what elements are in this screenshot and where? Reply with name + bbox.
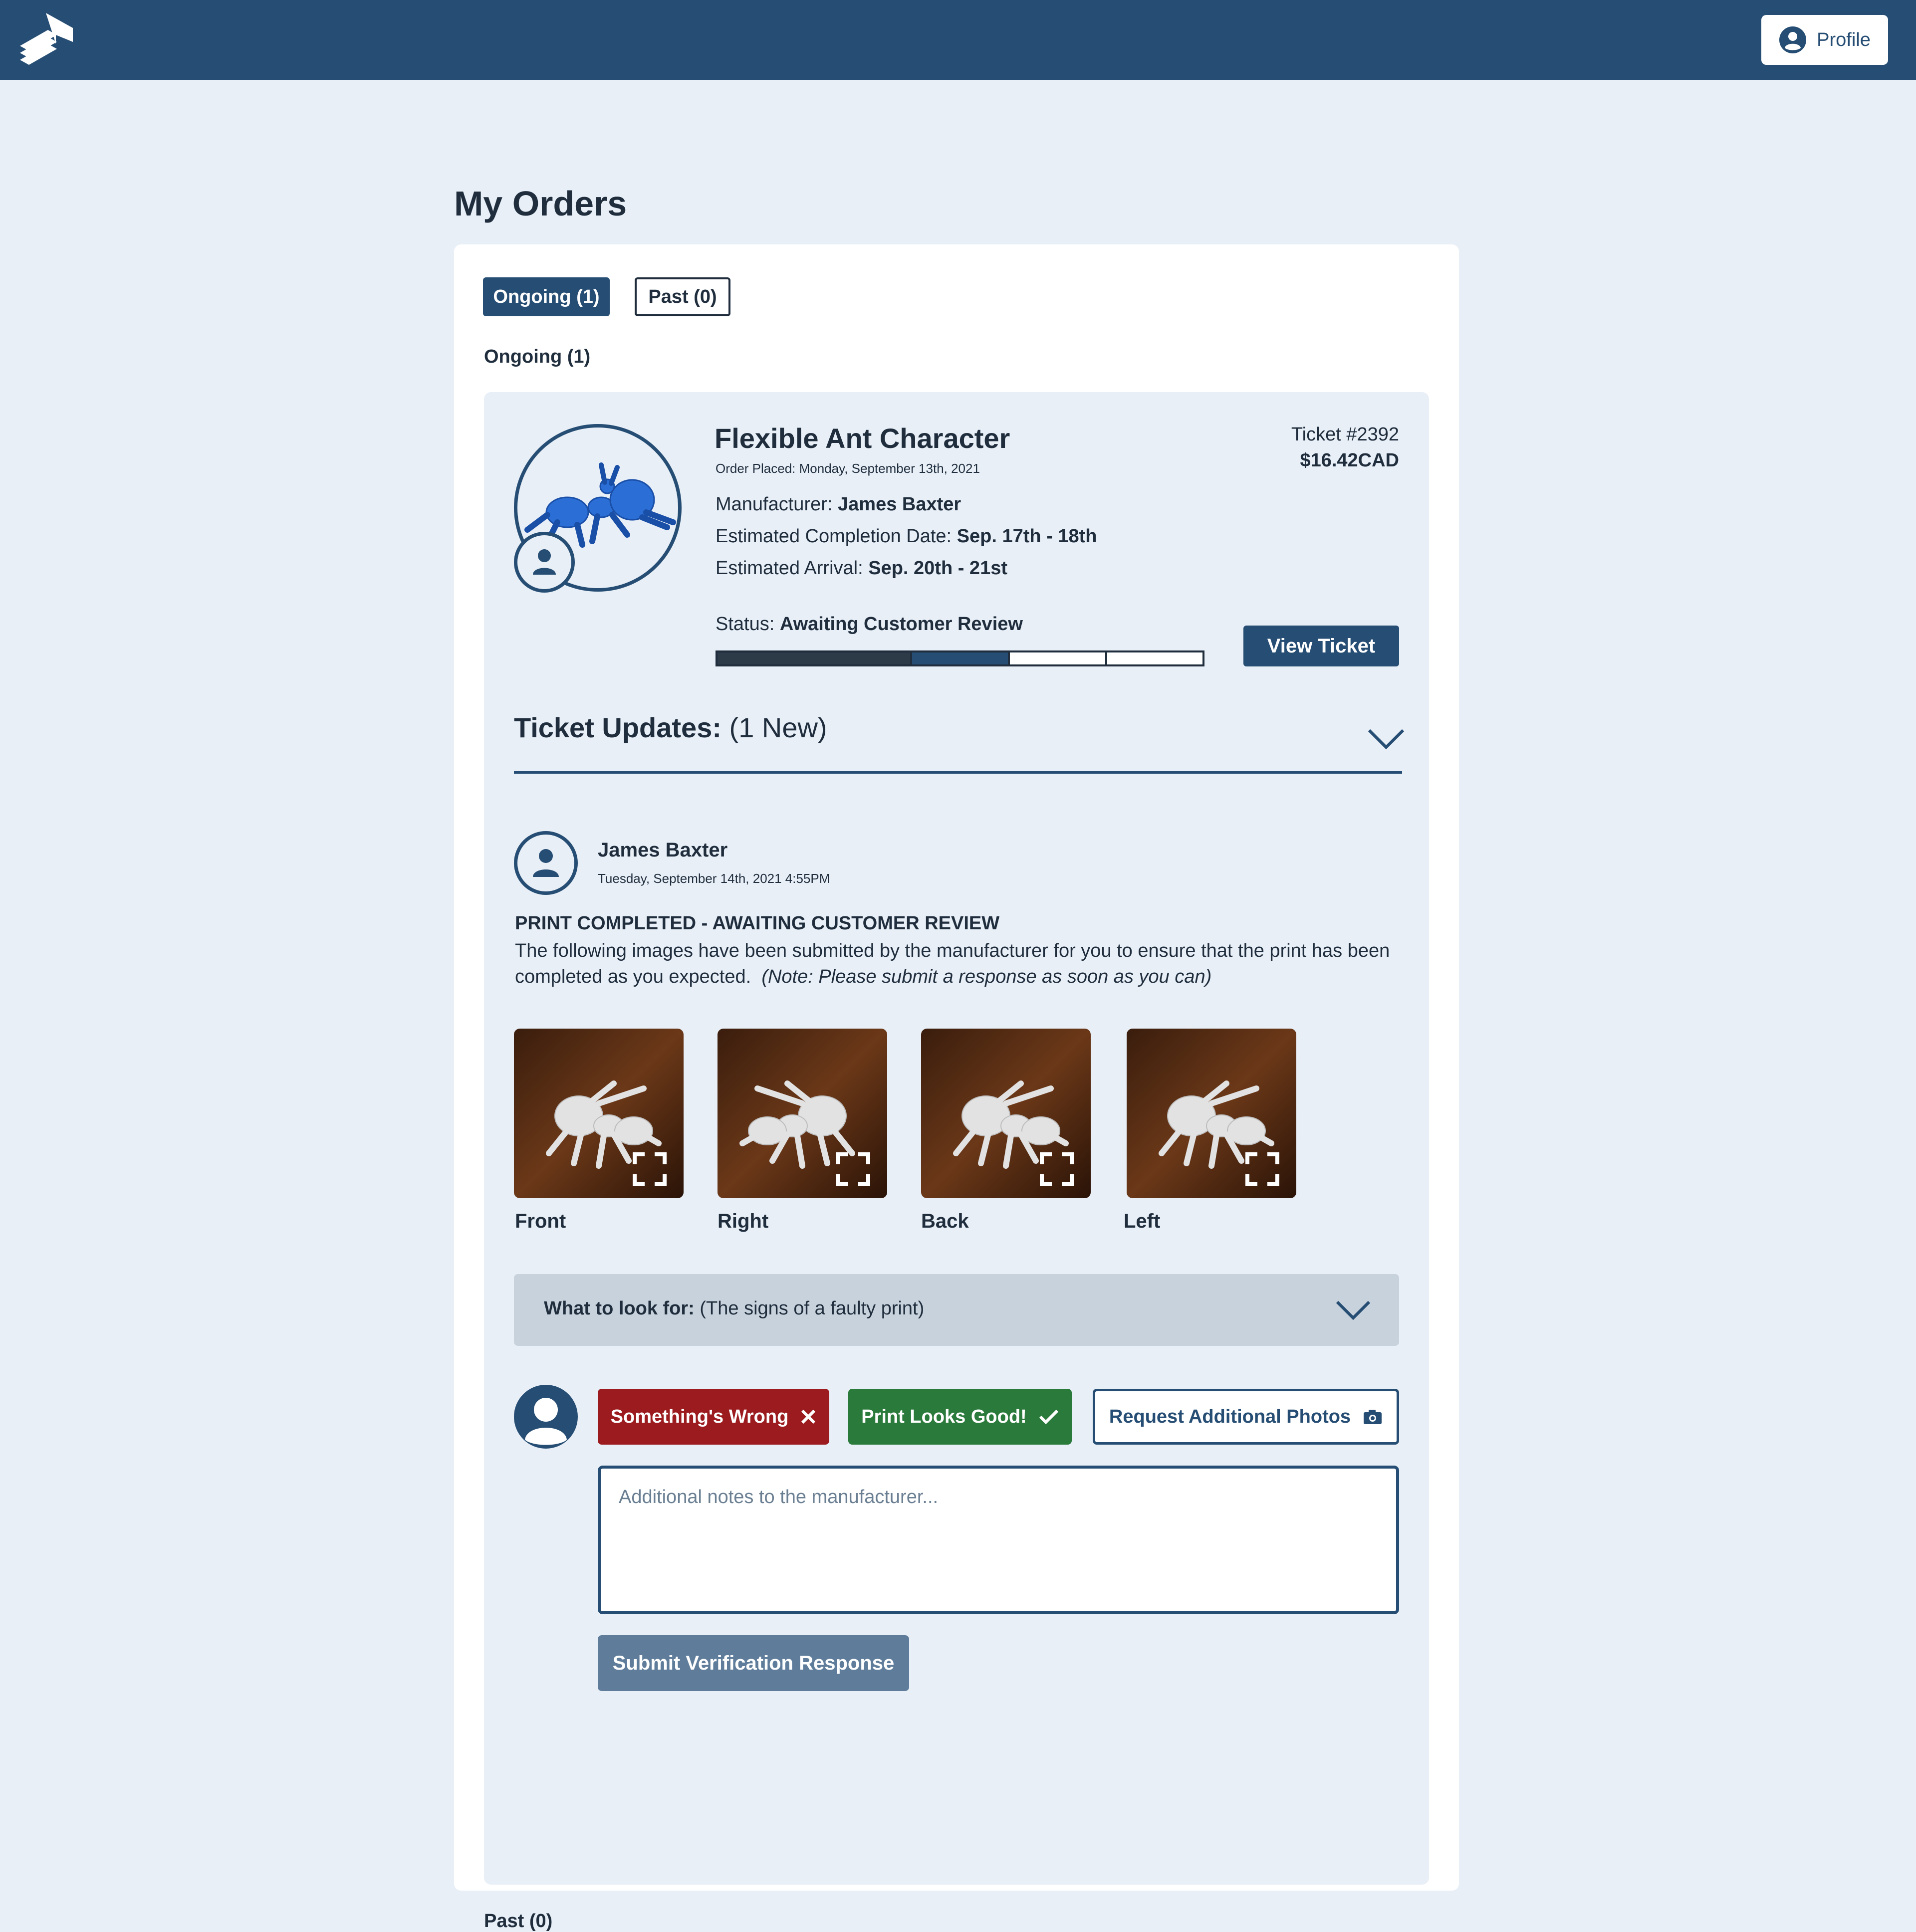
ticket-updates-toggle[interactable]: Ticket Updates: (1 New) — [514, 711, 1405, 774]
close-icon — [801, 1409, 816, 1424]
message-body: The following images have been submitted… — [515, 938, 1413, 990]
manufacturer-notes-input[interactable] — [598, 1466, 1399, 1614]
completion-line: Estimated Completion Date: Sep. 17th - 1… — [716, 526, 1097, 547]
arrival-label: Estimated Arrival: — [716, 558, 863, 579]
somethings-wrong-label: Something's Wrong — [610, 1406, 789, 1427]
photo-left[interactable] — [1127, 1029, 1296, 1198]
customer-avatar — [514, 1385, 578, 1449]
profile-button[interactable]: Profile — [1761, 15, 1888, 65]
tab-ongoing[interactable]: Ongoing (1) — [483, 277, 610, 316]
camera-icon — [1364, 1410, 1382, 1424]
request-additional-photos-button[interactable]: Request Additional Photos — [1093, 1389, 1399, 1445]
what-to-look-for-toggle[interactable]: What to look for: (The signs of a faulty… — [514, 1274, 1399, 1346]
updates-count: (1 New) — [729, 712, 827, 743]
user-circle-icon — [1779, 26, 1807, 53]
orders-panel: Ongoing (1) Past (0) Ongoing (1) Flexibl… — [454, 244, 1459, 1932]
view-ticket-button[interactable]: View Ticket — [1243, 626, 1399, 666]
ant-photo-image — [514, 1029, 684, 1198]
check-icon — [1039, 1409, 1058, 1425]
look-for-text: What to look for: (The signs of a faulty… — [544, 1298, 924, 1319]
somethings-wrong-button[interactable]: Something's Wrong — [598, 1389, 829, 1445]
photo-label-left: Left — [1124, 1210, 1161, 1232]
message-note: (Note: Please submit a response as soon … — [761, 966, 1212, 987]
photo-label-back: Back — [921, 1210, 969, 1232]
progress-segment — [718, 652, 815, 664]
ticket-number: Ticket #2392 — [1291, 424, 1399, 445]
status-value: Awaiting Customer Review — [779, 614, 1023, 635]
manufacturer-name: James Baxter — [838, 494, 961, 515]
tab-past[interactable]: Past (0) — [635, 277, 730, 316]
manufacturer-line: Manufacturer: James Baxter — [716, 494, 961, 515]
progress-segment — [912, 652, 1010, 664]
status-label: Status: — [716, 614, 775, 635]
print-looks-good-button[interactable]: Print Looks Good! — [848, 1389, 1072, 1445]
status-line: Status: Awaiting Customer Review — [716, 614, 1023, 635]
ticket-updates-title: Ticket Updates: (1 New) — [514, 711, 827, 744]
progress-segment — [1009, 652, 1107, 664]
message-date: Tuesday, September 14th, 2021 4:55PM — [598, 871, 830, 886]
user-icon — [533, 849, 559, 877]
product-title: Flexible Ant Character — [715, 423, 1010, 454]
print-looks-good-label: Print Looks Good! — [861, 1406, 1027, 1427]
chevron-down-icon — [1336, 1300, 1371, 1320]
order-card: Flexible Ant Character Order Placed: Mon… — [484, 392, 1429, 1885]
ongoing-section-label: Ongoing (1) — [484, 346, 591, 367]
photo-label-front: Front — [515, 1210, 566, 1232]
order-placed-date: Order Placed: Monday, September 13th, 20… — [716, 461, 980, 476]
past-section-label: Past (0) — [484, 1911, 553, 1932]
request-photos-label: Request Additional Photos — [1109, 1406, 1351, 1427]
photo-right[interactable] — [718, 1029, 887, 1198]
top-bar: Profile — [0, 0, 1916, 80]
arrival-line: Estimated Arrival: Sep. 20th - 21st — [716, 558, 1007, 579]
order-price: $16.42CAD — [1300, 450, 1399, 471]
stacked-layers-logo-icon[interactable] — [18, 11, 78, 67]
message-author-avatar — [514, 831, 578, 895]
look-for-label: What to look for: — [544, 1298, 695, 1319]
progress-segment — [1107, 652, 1203, 664]
progress-segment — [815, 652, 913, 664]
user-icon — [533, 549, 556, 575]
profile-label: Profile — [1817, 29, 1871, 50]
manufacturer-avatar-small — [514, 532, 575, 593]
ant-photo-image — [1127, 1029, 1296, 1198]
look-for-hint: (The signs of a faulty print) — [700, 1298, 925, 1319]
status-progress-bar — [716, 650, 1204, 666]
photo-front[interactable] — [514, 1029, 684, 1198]
message-heading: PRINT COMPLETED - AWAITING CUSTOMER REVI… — [515, 913, 1000, 934]
message-author: James Baxter — [598, 839, 728, 861]
chevron-down-icon — [1368, 729, 1405, 750]
manufacturer-label: Manufacturer: — [716, 494, 833, 515]
completion-label: Estimated Completion Date: — [716, 526, 952, 547]
arrival-date: Sep. 20th - 21st — [868, 558, 1007, 579]
submit-verification-button[interactable]: Submit Verification Response — [598, 1635, 909, 1691]
updates-title-label: Ticket Updates: — [514, 712, 721, 743]
photo-back[interactable] — [921, 1029, 1091, 1198]
completion-date: Sep. 17th - 18th — [957, 526, 1097, 547]
page-title: My Orders — [454, 184, 627, 223]
ant-photo-image — [921, 1029, 1091, 1198]
ant-photo-image — [718, 1029, 887, 1198]
user-icon — [525, 1398, 567, 1445]
photo-label-right: Right — [718, 1210, 769, 1232]
